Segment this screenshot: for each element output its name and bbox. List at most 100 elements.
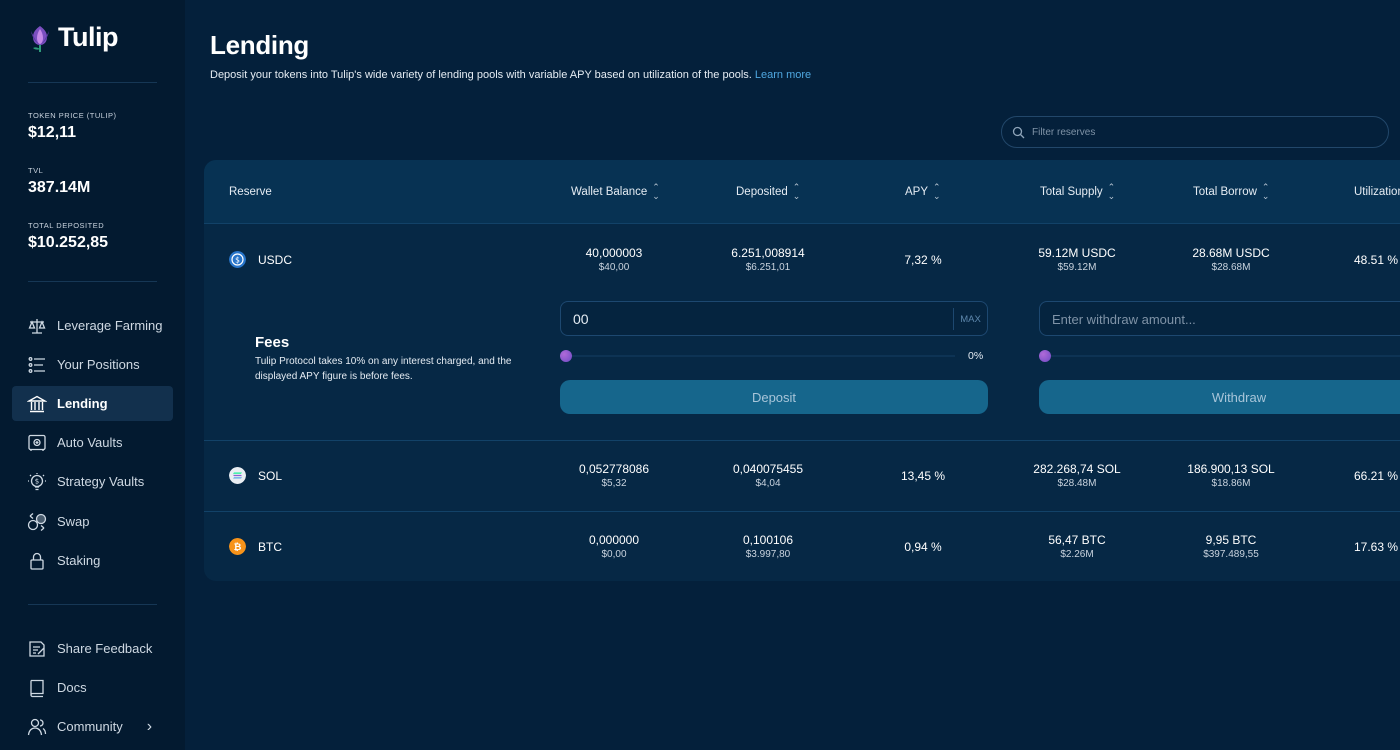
sort-icon[interactable]: ⌃ ⌄ [793,183,801,201]
lock-icon [27,551,47,571]
row-divider [204,511,1400,512]
withdraw-amount-field[interactable] [1039,301,1400,336]
deposit-percent: 0% [968,350,984,362]
safe-icon [27,433,47,453]
nav-item-leverage-farming[interactable]: Leverage Farming [12,308,173,343]
apy-value: 13,45 % [900,469,946,483]
sidebar-divider [28,82,157,83]
nav-item-label: Your Positions [57,357,140,372]
total-borrow-cell: 9,95 BTC $397.489,55 [1203,533,1259,560]
deposited-cell: 0,100106 $3.997,80 [743,533,793,560]
deposit-slider[interactable] [560,350,955,362]
total-supply-cell: 56,47 BTC $2.26M [1048,533,1105,560]
total-supply-usd: $59.12M [1057,262,1097,273]
header-wallet-balance[interactable]: Wallet Balance ⌃ ⌄ [571,160,660,224]
slider-track [1045,355,1400,357]
nav-item-lending[interactable]: Lending [12,386,173,421]
utilization-cell: 17.63 % [1354,540,1398,554]
page-title: Lending [210,30,309,60]
search-input[interactable] [1032,126,1352,138]
slider-handle[interactable] [560,350,572,362]
search-icon [1012,126,1025,138]
chevron-right-icon[interactable]: › [147,718,152,736]
sort-icon[interactable]: ⌃ ⌄ [652,183,660,201]
sort-icon[interactable]: ⌃ ⌄ [1108,183,1116,201]
nav-item-label: Docs [57,680,87,695]
sort-icon[interactable]: ⌃ ⌄ [1262,183,1270,201]
header-total-supply[interactable]: Total Supply ⌃ ⌄ [1040,160,1115,224]
nav-item-staking[interactable]: Staking [12,543,173,578]
bulb-dollar-icon: $ [27,472,47,492]
header-reserve: Reserve [229,160,272,224]
nav-item-swap[interactable]: Swap [12,504,173,539]
header-deposited[interactable]: Deposited ⌃ ⌄ [736,160,800,224]
asset-name: BTC [258,539,282,554]
deposit-amount-input[interactable] [561,302,941,335]
total-deposited-label: TOTAL DEPOSITED [28,221,105,230]
withdraw-slider[interactable] [1039,350,1400,362]
total-borrow-cell: 186.900,13 SOL $18.86M [1187,462,1274,489]
nav-item-your-positions[interactable]: Your Positions [12,347,173,382]
deposited-usd: $4,04 [755,478,781,489]
utilization-cell: 66.21 % [1354,469,1398,483]
people-icon [27,717,47,737]
nav-item-label: Staking [57,553,101,568]
header-utilization[interactable]: Utilization [1354,160,1400,224]
row-divider [204,440,1400,441]
nav-item-auto-vaults[interactable]: Auto Vaults [12,425,173,460]
fees-text: Tulip Protocol takes 10% on any interest… [255,356,512,382]
deposit-button[interactable]: Deposit [560,380,988,414]
deposited-cell: 0,040075455 $4,04 [733,462,803,489]
fees-title: Fees [255,334,290,351]
sidebar-divider [28,604,157,605]
max-button[interactable]: MAX [953,308,987,330]
nav-item-strategy-vaults[interactable]: $ Strategy Vaults [12,464,173,499]
sort-icon[interactable]: ⌃ ⌄ [933,183,941,201]
tvl-label: TVL [28,166,44,175]
header-total-borrow[interactable]: Total Borrow ⌃ ⌄ [1193,160,1269,224]
wallet-balance-cell: 40,000003 $40,00 [586,246,643,273]
total-borrow-cell: 28.68M USDC $28.68M [1192,246,1269,273]
page-subtitle: Deposit your tokens into Tulip's wide va… [210,69,811,81]
nav-item-community[interactable]: Community › [12,709,173,744]
slider-track [566,355,955,357]
nav-item-label: Share Feedback [57,641,153,656]
asset-cell: ₿ BTC [229,538,282,555]
utilization-cell: 48.51 % [1354,253,1398,267]
nav-item-docs[interactable]: Docs [12,670,173,705]
nav-item-share-feedback[interactable]: Share Feedback [12,631,173,666]
logo[interactable]: Tulip [28,22,118,53]
token-price-value: $12,11 [28,124,77,141]
withdraw-button[interactable]: Withdraw [1039,380,1400,414]
wallet-balance-usd: $5,32 [601,478,627,489]
deposited-cell: 6.251,008914 $6.251,01 [731,246,804,273]
search-box[interactable] [1001,116,1389,148]
header-label: Reserve [229,186,272,198]
slider-handle[interactable] [1039,350,1051,362]
bank-icon [27,394,47,414]
list-icon [27,355,47,375]
apy-cell: 7,32 % [904,253,941,267]
deposited-usd: $6.251,01 [745,262,791,273]
withdraw-amount-input[interactable] [1040,302,1400,335]
tvl-value: 387.14M [28,179,91,196]
deposit-amount-field[interactable]: MAX [560,301,988,336]
deposited-amount: 6.251,008914 [731,246,805,260]
learn-more-link[interactable]: Learn more [755,69,811,81]
nav-item-label: Auto Vaults [57,435,123,450]
page-subtitle-text: Deposit your tokens into Tulip's wide va… [210,69,752,81]
apy-value: 0,94 % [904,540,942,554]
total-supply-usd: $2.26M [1060,549,1094,560]
header-apy[interactable]: APY ⌃ ⌄ [905,160,941,224]
deposited-usd: $3.997,80 [745,549,791,560]
wallet-balance-usd: $40,00 [598,262,630,273]
wallet-balance-cell: 0,000000 $0,00 [589,533,639,560]
tulip-logo-icon [31,25,49,52]
header-label: Wallet Balance [571,186,648,198]
nav-item-label: Community [57,719,123,734]
total-deposited-value: $10.252,85 [28,234,109,251]
token-price-label: TOKEN PRICE (TULIP) [28,111,117,120]
utilization-value: 48.51 % [1354,253,1399,267]
total-borrow: 9,95 BTC [1205,533,1257,547]
header-label: Deposited [736,186,788,198]
